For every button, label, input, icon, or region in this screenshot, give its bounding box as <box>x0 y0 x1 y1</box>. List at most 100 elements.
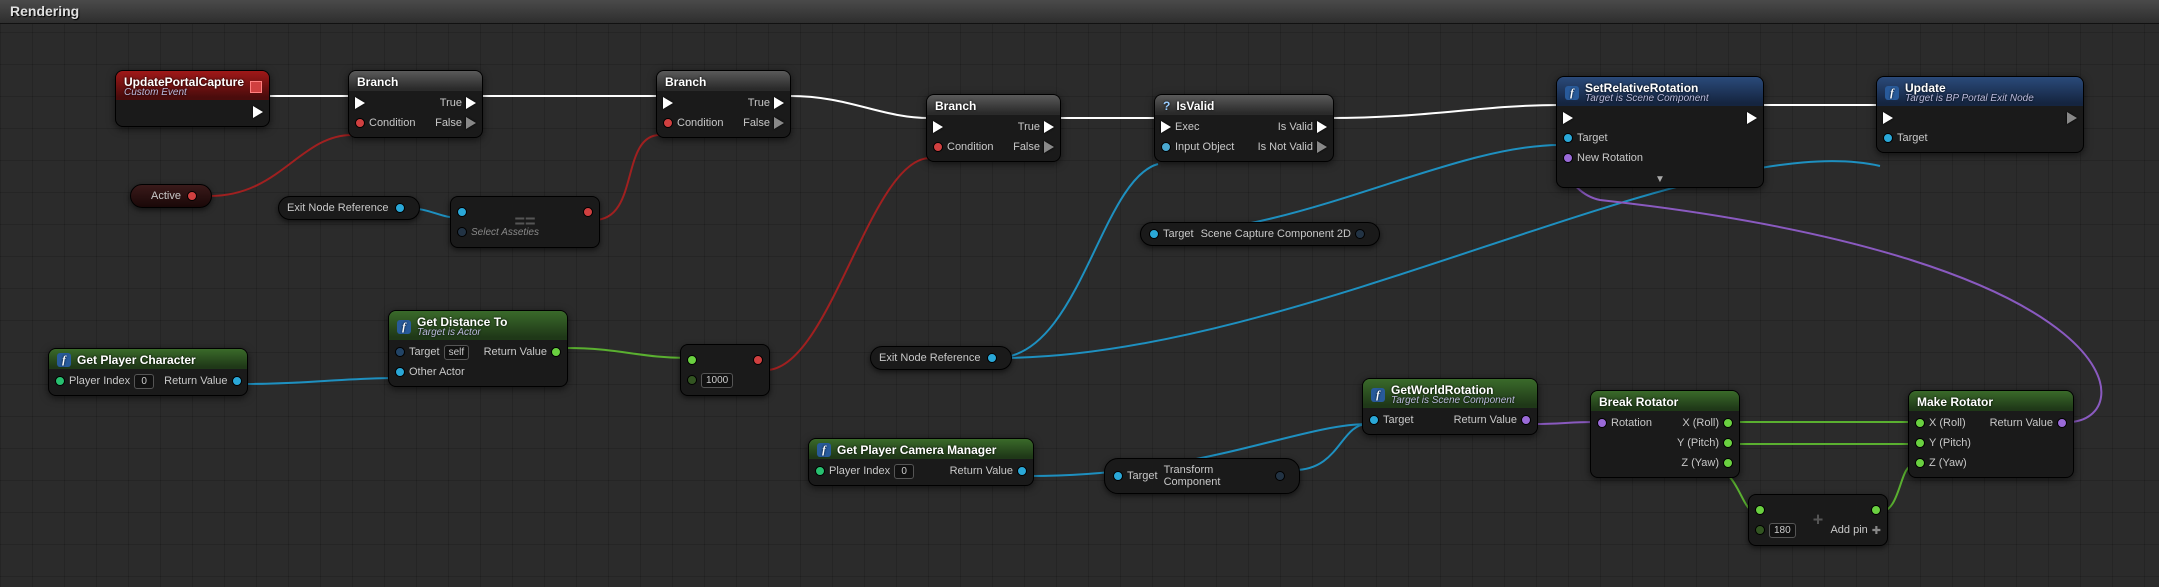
node-title: IsValid <box>1176 99 1214 113</box>
self-input[interactable]: self <box>444 345 470 360</box>
index-input[interactable]: 0 <box>894 464 914 479</box>
output-pin[interactable] <box>753 352 763 368</box>
output-pin[interactable] <box>1355 229 1365 239</box>
player-index-pin[interactable]: Player Index0 <box>815 463 914 479</box>
pin-label: Rotation <box>1611 417 1652 429</box>
node-equal-object[interactable]: Select Asseties == <box>450 196 600 248</box>
player-index-pin[interactable]: Player Index0 <box>55 373 154 389</box>
true-pin[interactable]: True <box>1018 119 1054 135</box>
return-value-pin[interactable]: Return Value <box>484 344 561 360</box>
input-object-pin[interactable]: Input Object <box>1161 139 1234 155</box>
pin-label: Target <box>409 346 440 358</box>
new-rotation-pin[interactable]: New Rotation <box>1563 150 1643 166</box>
input-a-pin[interactable] <box>687 352 733 368</box>
pill-label: Active <box>151 190 181 202</box>
false-pin[interactable]: False <box>435 115 476 131</box>
value-input[interactable]: 180 <box>1769 523 1796 538</box>
event-icon <box>250 81 262 93</box>
node-update-portal-capture[interactable]: UpdatePortalCapture Custom Event <box>115 70 270 127</box>
target-pin[interactable]: Target <box>1369 412 1414 428</box>
exec-in-pin[interactable] <box>933 119 993 135</box>
node-branch[interactable]: Branch Condition True False <box>348 70 483 138</box>
x-roll-pin[interactable]: X (Roll) <box>1915 415 1971 431</box>
input-a-pin[interactable] <box>1755 502 1796 518</box>
variable-scene-capture-component[interactable]: Target Scene Capture Component 2D <box>1140 222 1380 246</box>
node-branch[interactable]: Branch Condition True False <box>926 94 1061 162</box>
output-pin[interactable] <box>395 203 405 213</box>
rotation-pin[interactable]: Rotation <box>1597 415 1652 431</box>
z-yaw-pin[interactable]: Z (Yaw) <box>1681 455 1733 471</box>
false-pin[interactable]: False <box>743 115 784 131</box>
target-pin[interactable]: Target <box>1563 130 1643 146</box>
node-subtitle: Target is Scene Component <box>1391 395 1529 406</box>
return-value-pin[interactable]: Return Value <box>1454 412 1531 428</box>
target-pin[interactable] <box>1149 229 1159 239</box>
other-actor-pin[interactable]: Other Actor <box>395 364 469 380</box>
isnotvalid-pin[interactable]: Is Not Valid <box>1258 139 1327 155</box>
return-value-pin[interactable]: Return Value <box>1990 415 2067 431</box>
output-pin[interactable] <box>987 353 997 363</box>
index-input[interactable]: 0 <box>134 374 154 389</box>
add-pin-button[interactable]: ✚Add pin <box>1830 522 1881 538</box>
function-icon: f <box>1371 388 1385 402</box>
node-get-player-character[interactable]: f Get Player Character Player Index0 Ret… <box>48 348 248 396</box>
true-pin[interactable]: True <box>748 95 784 111</box>
output-pin[interactable] <box>583 204 593 220</box>
exec-out-pin[interactable] <box>253 104 263 120</box>
node-add-float[interactable]: 180 ✚Add pin + <box>1748 494 1888 546</box>
pin-label: True <box>748 97 770 109</box>
node-get-player-camera-manager[interactable]: f Get Player Camera Manager Player Index… <box>808 438 1034 486</box>
variable-active[interactable]: Active <box>130 184 212 208</box>
x-roll-pin[interactable]: X (Roll) <box>1682 415 1733 431</box>
output-pin[interactable] <box>1275 471 1285 481</box>
pin-label: X (Roll) <box>1682 417 1719 429</box>
target-pin[interactable] <box>1113 471 1123 481</box>
true-pin[interactable]: True <box>440 95 476 111</box>
pin-label: Return Value <box>164 375 227 387</box>
output-pin[interactable] <box>1871 502 1881 518</box>
target-pin[interactable]: Target <box>1883 130 1928 146</box>
value-input[interactable]: 1000 <box>701 373 733 388</box>
variable-exit-node-reference[interactable]: Exit Node Reference <box>870 346 1012 370</box>
input-b-pin[interactable]: 1000 <box>687 372 733 388</box>
exec-in-pin[interactable] <box>1563 110 1643 126</box>
node-title: Make Rotator <box>1917 395 1993 409</box>
node-less-equal[interactable]: 1000 <box>680 344 770 396</box>
exec-out-pin[interactable] <box>2067 110 2077 126</box>
node-isvalid[interactable]: ? IsValid Exec Input Object Is Valid Is … <box>1154 94 1334 162</box>
variable-transform-component[interactable]: Target Transform Component <box>1104 458 1300 494</box>
return-value-pin[interactable]: Return Value <box>950 463 1027 479</box>
input-b-pin[interactable]: 180 <box>1755 522 1796 538</box>
exec-in-pin[interactable]: Exec <box>1161 119 1234 135</box>
output-pin[interactable] <box>187 191 197 201</box>
exec-out-pin[interactable] <box>1747 110 1757 126</box>
isvalid-pin[interactable]: Is Valid <box>1278 119 1327 135</box>
condition-pin[interactable]: Condition <box>663 115 723 131</box>
exec-in-pin[interactable] <box>1883 110 1928 126</box>
exec-in-pin[interactable] <box>355 95 415 111</box>
function-icon: f <box>1885 86 1899 100</box>
node-set-relative-rotation[interactable]: f SetRelativeRotation Target is Scene Co… <box>1556 76 1764 188</box>
target-pin[interactable]: Target self <box>395 344 469 360</box>
pin-label: Condition <box>369 117 415 129</box>
node-get-distance-to[interactable]: f Get Distance To Target is Actor Target… <box>388 310 568 387</box>
expand-toggle[interactable]: ▼ <box>1557 172 1763 187</box>
z-yaw-pin[interactable]: Z (Yaw) <box>1915 455 1971 471</box>
pin-label: False <box>743 117 770 129</box>
exec-in-pin[interactable] <box>663 95 723 111</box>
node-update[interactable]: f Update Target is BP Portal Exit Node T… <box>1876 76 2084 153</box>
return-value-pin[interactable]: Return Value <box>164 373 241 389</box>
y-pitch-pin[interactable]: Y (Pitch) <box>1677 435 1733 451</box>
node-get-world-rotation[interactable]: f GetWorldRotation Target is Scene Compo… <box>1362 378 1538 435</box>
condition-pin[interactable]: Condition <box>355 115 415 131</box>
node-branch[interactable]: Branch Condition True False <box>656 70 791 138</box>
pin-label: Other Actor <box>409 366 465 378</box>
pin-label: Return Value <box>950 465 1013 477</box>
condition-pin[interactable]: Condition <box>933 139 993 155</box>
y-pitch-pin[interactable]: Y (Pitch) <box>1915 435 1971 451</box>
false-pin[interactable]: False <box>1013 139 1054 155</box>
variable-exit-node-reference[interactable]: Exit Node Reference <box>278 196 420 220</box>
pin-label: Condition <box>947 141 993 153</box>
node-break-rotator[interactable]: Break Rotator Rotation X (Roll) Y (Pitch… <box>1590 390 1740 478</box>
node-make-rotator[interactable]: Make Rotator X (Roll) Y (Pitch) Z (Yaw) … <box>1908 390 2074 478</box>
